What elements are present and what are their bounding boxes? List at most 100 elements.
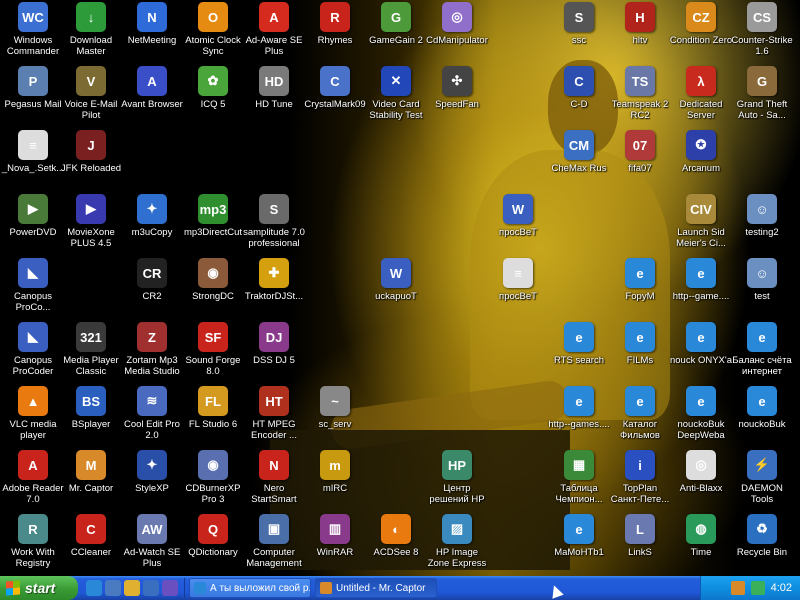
desktop-icon[interactable]: N Nero StartSmart [241,450,307,505]
desktop-icon[interactable]: e Баланс счёта интернет [729,322,795,377]
explorer-icon[interactable] [124,580,140,596]
mr-captor-tray-icon[interactable] [730,581,745,595]
desktop-icon[interactable]: e FopyM [607,258,673,302]
desktop-icon[interactable]: ✿ ICQ 5 [180,66,246,110]
desktop-icon[interactable]: ◉ StrongDC [180,258,246,302]
desktop-icon[interactable]: G GameGain 2 [363,2,429,46]
desktop-icon[interactable]: TS Teamspeak 2 RC2 [607,66,673,121]
desktop-icon[interactable]: A Ad-Aware SE Plus [241,2,307,57]
taskbar-window-button[interactable]: А ты выложил свой р... [189,578,311,598]
desktop-icon[interactable]: WпроcBeT [485,194,551,238]
show-desktop-icon[interactable] [105,580,121,596]
desktop-icon[interactable]: ↓ Download Master [58,2,124,57]
desktop-icon[interactable]: ☺ test [729,258,795,302]
desktop-icon[interactable]: HP Центр решений HP [424,450,490,505]
desktop-icon[interactable]: M Mr. Captor [58,450,124,494]
desktop-icon[interactable]: ☺ testing2 [729,194,795,238]
ie-icon[interactable] [86,580,102,596]
desktop-icon[interactable]: ▥ WinRAR [302,514,368,558]
desktop-icon[interactable]: C CrystalMark09 [302,66,368,110]
desktop-icon[interactable]: G Grand Theft Auto - Sa... [729,66,795,121]
desktop-icon[interactable]: ✣ SpeedFan [424,66,490,110]
desktop-icon[interactable]: J JFK Reloaded [58,130,124,174]
desktop-icon[interactable]: ✚ TraktorDJSt... [241,258,307,302]
desktop-icon[interactable]: e http--game.... [668,258,734,302]
desktop-icon[interactable]: C CCleaner [58,514,124,558]
desktop-icon[interactable]: ≡ _Nova_.Setk... [0,130,66,174]
desktop-icon[interactable]: i TopPlan Санкт-Пете... [607,450,673,505]
clock[interactable]: 4:02 [771,582,792,594]
desktop-icon[interactable]: ✕ Video Card Stability Test [363,66,429,121]
qdictionary-icon: Q [198,514,228,544]
desktop-icon[interactable]: ✪ Arcanum [668,130,734,174]
desktop-icon[interactable]: DJ DSS DJ 5 [241,322,307,366]
desktop-icon[interactable]: ◍ Time [668,514,734,558]
desktop-icon[interactable]: A Avant Browser [119,66,185,110]
desktop-icon[interactable]: SF Sound Forge 8.0 [180,322,246,377]
desktop-icon[interactable]: CIV Launch Sid Meier's Ci... [668,194,734,249]
desktop-icon[interactable]: ◐ ACDSee 8 [363,514,429,558]
desktop-icon[interactable]: AW Ad-Watch SE Plus [119,514,185,569]
desktop-icon[interactable]: BS BSplayer [58,386,124,430]
desktop-icon[interactable]: R Rhymes [302,2,368,46]
desktop-icon[interactable]: ≋ Cool Edit Pro 2.0 [119,386,185,441]
desktop-icon[interactable]: ▨ HP Image Zone Express [424,514,490,569]
start-button[interactable]: start [0,576,78,600]
desktop-icon[interactable]: ◣ Canopus ProCoder [0,322,66,377]
network-tray-icon[interactable] [750,581,765,595]
desktop-icon[interactable]: λ Dedicated Server [668,66,734,121]
desktop-icon[interactable]: Z Zortam Mp3 Media Studio [119,322,185,377]
desktop-icon[interactable]: ◉ CDBurnerXP Pro 3 [180,450,246,505]
desktop-icon[interactable]: e Каталог Фильмов [607,386,673,441]
desktop-icon[interactable]: CZ Condition Zero [668,2,734,46]
desktop-icon[interactable]: e nouckoBuk [729,386,795,430]
desktop-icon[interactable]: ⚡ DAEMON Tools [729,450,795,505]
desktop-icon[interactable]: e MaMoHTb1 [546,514,612,558]
desktop-icon[interactable]: ✦ StyleXP [119,450,185,494]
desktop-icon[interactable]: Q QDictionary [180,514,246,558]
desktop-icon[interactable]: HD HD Tune [241,66,307,110]
taskbar-window-button[interactable]: Untitled - Mr. Captor [315,578,437,598]
desktop-icon[interactable]: ▦ Таблица Чемпион... [546,450,612,505]
desktop-icon[interactable]: ◎ CdManipulator [424,2,490,46]
desktop-icon[interactable]: N NetMeeting [119,2,185,46]
desktop-icon[interactable]: 07 fifa07 [607,130,673,174]
desktop-icon[interactable]: e http--games.... [546,386,612,430]
desktop-icon[interactable]: ≡ проcBeT [485,258,551,302]
desktop-icon[interactable]: ✦ m3uCopy [119,194,185,238]
media-player-icon[interactable] [143,580,159,596]
desktop-icon[interactable]: WuckapuoT [363,258,429,302]
desktop-icon[interactable]: mp3 mp3DirectCut [180,194,246,238]
desktop-icon[interactable]: e nouckoBuk DeepWeba [668,386,734,441]
desktop-icon[interactable]: FL FL Studio 6 [180,386,246,430]
desktop-icon[interactable]: ~ sc_serv [302,386,368,430]
desktop-icon[interactable]: O Atomic Clock Sync [180,2,246,57]
desktop-icon[interactable]: ▶ MovieXone PLUS 4.5 [58,194,124,249]
desktop-icon[interactable]: V Voice E-Mail Pilot [58,66,124,121]
desktop-icon[interactable]: Sssc [546,2,612,46]
desktop-icon[interactable]: R Work With Registry [0,514,66,569]
desktop-icon[interactable]: WC Windows Commander [0,2,66,57]
desktop-icon[interactable]: ♻ Recycle Bin [729,514,795,558]
desktop-icon[interactable]: e nouck ONYX'a [668,322,734,366]
desktop-icon[interactable]: CR CR2 [119,258,185,302]
desktop-icon[interactable]: m mIRC [302,450,368,494]
desktop-icon[interactable]: A Adobe Reader 7.0 [0,450,66,505]
desktop-icon[interactable]: ▣ Computer Management [241,514,307,569]
desktop-icon[interactable]: CM CheMax Rus [546,130,612,174]
desktop-icon[interactable]: e RTS search [546,322,612,366]
desktop-icon[interactable]: P Pegasus Mail [0,66,66,110]
desktop-icon[interactable]: CS Counter-Strike 1.6 [729,2,795,57]
desktop-icon[interactable]: L LinkS [607,514,673,558]
desktop-icon[interactable]: C C-D [546,66,612,110]
desktop-icon[interactable]: Hhltv [607,2,673,46]
desktop-icon[interactable]: HT HT MPEG Encoder ... [241,386,307,441]
desktop-icon[interactable]: 321 Media Player Classic [58,322,124,377]
browser-icon[interactable] [162,580,178,596]
desktop-icon[interactable]: Ssamplitude 7.0 professional [241,194,307,249]
desktop-icon[interactable]: ◣ Canopus ProCo... [0,258,66,313]
desktop-icon[interactable]: ▲ VLC media player [0,386,66,441]
desktop-icon[interactable]: e FILMs [607,322,673,366]
desktop-icon[interactable]: ▶ PowerDVD [0,194,66,238]
desktop-icon[interactable]: ◎ Anti-Blaxx [668,450,734,494]
